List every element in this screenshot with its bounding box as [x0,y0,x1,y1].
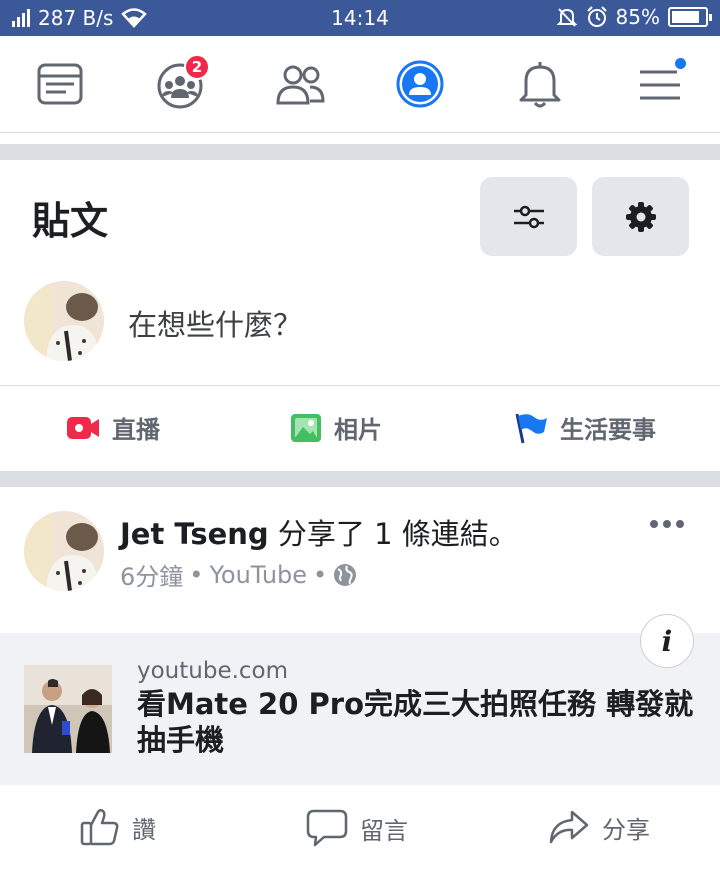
thumbnail-image [24,665,112,753]
friends-icon [276,65,325,105]
author-name[interactable]: Jet Tseng [120,517,269,551]
battery-icon [668,7,712,27]
life-event-label: 生活要事 [560,416,656,444]
like-label: 讚 [132,815,156,844]
live-button[interactable]: 直播 [66,410,160,445]
globe-icon [334,563,357,586]
menu-notification-dot [673,56,688,71]
link-thumbnail[interactable] [24,665,112,753]
top-nav: 2 [0,36,720,133]
more-dots-icon [650,520,658,528]
share-label: 分享 [602,815,650,844]
section-separator [0,144,720,160]
settings-button[interactable] [592,177,689,256]
status-bar: 287 B/s 14:14 85% [0,0,720,36]
post-source: YouTube [209,560,308,589]
link-info-button[interactable]: i [640,614,694,668]
post-header: Jet Tseng 分享了 1 條連結。 [120,511,518,553]
feed-separator [0,471,720,487]
author-avatar-image [24,511,104,591]
filter-button[interactable] [480,177,577,256]
post-meta: 6分鐘 • YouTube • [120,557,357,592]
comment-label: 留言 [360,816,408,845]
live-label: 直播 [112,416,160,444]
posts-title: 貼文 [32,199,109,243]
photo-button[interactable]: 相片 [290,410,382,445]
news-feed-icon [37,63,83,105]
photo-label: 相片 [334,416,382,444]
nav-news-feed[interactable] [30,56,90,112]
composer-input[interactable]: 在想些什麼？ [128,302,302,344]
status-right: 85% [556,5,712,29]
share-icon [549,810,589,844]
flag-icon [515,413,547,443]
share-button[interactable]: 分享 [548,808,650,846]
post-options-button[interactable] [650,520,684,528]
nav-profile[interactable] [390,56,450,112]
post-author-avatar[interactable] [24,511,104,591]
thumbs-up-icon [80,808,119,846]
meta-separator: • [189,560,204,589]
comment-button[interactable]: 留言 [306,808,408,848]
post-time[interactable]: 6分鐘 [120,557,183,592]
nav-friends[interactable] [270,56,330,112]
groups-badge: 2 [184,54,210,80]
photo-icon [291,413,321,442]
nav-notifications[interactable] [510,56,570,112]
gear-icon [625,201,656,232]
life-event-button[interactable]: 生活要事 [514,410,656,445]
link-domain: youtube.com [137,658,289,684]
nav-groups[interactable]: 2 [150,54,210,112]
info-icon: i [661,624,673,658]
composer-divider [0,385,720,386]
bell-muted-icon [556,8,577,27]
profile-icon [396,60,444,108]
notifications-icon [519,62,561,108]
alarm-icon [586,6,607,27]
comment-icon [306,809,348,847]
like-button[interactable]: 讚 [80,808,156,846]
user-avatar[interactable] [24,281,104,361]
battery-fill [672,11,699,23]
sliders-icon [513,205,544,228]
post-action-text: 分享了 1 條連結。 [268,517,518,551]
avatar-image [24,281,104,361]
live-video-icon [67,416,99,439]
link-title[interactable]: 看Mate 20 Pro完成三大拍照任務 轉發就抽手機 [137,686,697,758]
nav-menu[interactable] [630,56,690,112]
meta-separator: • [313,560,328,589]
battery-percent: 85% [615,5,660,29]
